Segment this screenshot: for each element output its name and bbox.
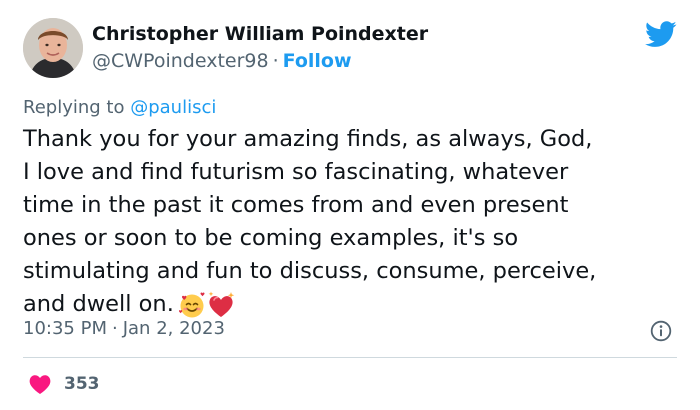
tweet-time: 10:35 PM xyxy=(23,318,107,339)
replying-prefix: Replying to xyxy=(23,97,125,118)
separator-dot: · xyxy=(272,50,279,72)
reply-mention-link[interactable]: @paulisci xyxy=(130,97,216,118)
twitter-bird-icon[interactable] xyxy=(645,21,677,48)
tweet-card: Christopher William Poindexter @CWPoinde… xyxy=(0,0,700,410)
tweet-text: Thank you for your amazing finds, as alw… xyxy=(23,123,683,321)
tweet-line: Thank you for your amazing finds, as alw… xyxy=(23,126,593,152)
emoji-group xyxy=(178,288,236,321)
tweet-line: time in the past it comes from and even … xyxy=(23,192,569,218)
heart-icon xyxy=(29,375,51,394)
tweet-last-line: and dwell on. xyxy=(23,288,683,321)
author-display-name[interactable]: Christopher William Poindexter xyxy=(92,23,428,45)
replying-to: Replying to @paulisci xyxy=(23,97,216,118)
tweet-line: ones or soon to be coming examples, it's… xyxy=(23,225,519,251)
smiling-face-with-hearts-emoji xyxy=(178,291,205,317)
avatar[interactable] xyxy=(23,18,83,78)
like-button[interactable]: 353 xyxy=(28,373,100,395)
tweet-line: stimulating and fun to discuss, consume,… xyxy=(23,258,597,284)
tweet-line: and dwell on. xyxy=(23,291,174,317)
info-icon[interactable] xyxy=(650,320,672,342)
separator-dot: · xyxy=(111,318,118,339)
author-handle[interactable]: @CWPoindexter98 xyxy=(92,50,269,72)
divider xyxy=(23,357,677,358)
tweet-date: Jan 2, 2023 xyxy=(122,318,225,339)
sparkling-heart-emoji xyxy=(208,291,235,317)
follow-button[interactable]: Follow xyxy=(283,50,352,72)
like-count: 353 xyxy=(64,374,100,394)
avatar-image xyxy=(23,18,83,78)
author-handle-row: @CWPoindexter98 · Follow xyxy=(92,50,352,72)
tweet-line: I love and find futurism so fascinating,… xyxy=(23,159,569,185)
tweet-timestamp[interactable]: 10:35 PM · Jan 2, 2023 xyxy=(23,318,225,339)
